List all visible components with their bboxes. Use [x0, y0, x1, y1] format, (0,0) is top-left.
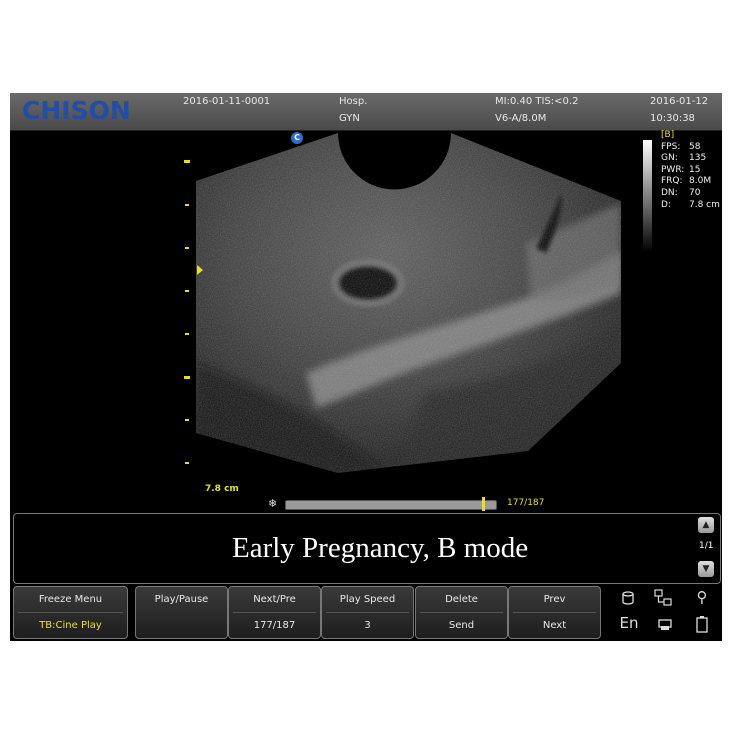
hospital-label: Hosp.	[339, 96, 368, 107]
header-bar: CHISON 2016-01-11-0001 Hosp. GYN MI:0.40…	[10, 93, 722, 131]
param-key: D:	[661, 199, 671, 210]
probe-label: V6-A/8.0M	[495, 113, 547, 124]
disk-icon[interactable]	[618, 590, 638, 606]
softkey-next-pre[interactable]: Next/Pre 177/187	[228, 586, 321, 639]
comment-caption: Early Pregnancy, B mode	[232, 532, 529, 564]
imaging-parameters: [B] FPS: 58 GN: 135 PWR: 15 FRQ: 8.0M DN: 70 …	[661, 130, 720, 211]
param-key: FRQ:	[661, 176, 683, 187]
cine-progress-bar[interactable]	[285, 500, 497, 510]
mi-tis-readout: MI:0.40 TIS:<0.2	[495, 96, 579, 107]
scroll-down-icon[interactable]: ▼	[698, 561, 714, 577]
softkey-delete-send[interactable]: Delete Send	[415, 586, 508, 639]
page-indicator: 1/1	[699, 541, 714, 551]
softkey-top-label: Next/Pre	[253, 594, 296, 605]
cine-position-marker[interactable]	[481, 497, 485, 511]
brand-logo: CHISON	[22, 96, 131, 125]
param-key: FPS:	[661, 141, 681, 152]
param-value: 7.8 cm	[689, 199, 720, 210]
scroll-up-icon[interactable]: ▲	[698, 517, 714, 533]
cine-frame-counter: 177/187	[507, 498, 545, 508]
param-value: 15	[689, 164, 701, 175]
softkey-top-label: Prev	[543, 594, 566, 605]
usb-icon[interactable]: ⚲	[692, 588, 712, 606]
ultrasound-screen: CHISON 2016-01-11-0001 Hosp. GYN MI:0.40…	[10, 93, 722, 641]
param-key: GN:	[661, 153, 678, 164]
softkey-bottom-label: 177/187	[253, 620, 296, 631]
grayscale-bar	[643, 140, 652, 252]
depth-label: 7.8 cm	[205, 484, 239, 494]
softkey-bar: Freeze Menu TB:Cine Play Play/Pause Next…	[13, 586, 603, 639]
ultrasound-image	[196, 133, 621, 473]
softkey-bottom-label: Send	[448, 620, 475, 631]
softkey-top-label: Play/Pause	[154, 594, 209, 605]
param-value: 70	[689, 187, 701, 198]
freeze-snowflake-icon: ❄	[268, 497, 278, 510]
focus-marker	[197, 265, 203, 275]
printer-icon[interactable]	[655, 616, 675, 632]
softkey-bottom-label: TB:Cine Play	[39, 620, 102, 631]
softkey-bottom-label: 3	[364, 620, 371, 631]
param-value: 58	[689, 141, 701, 152]
system-tray: ⚲ En	[610, 586, 720, 639]
softkey-bottom-label: Next	[542, 620, 567, 631]
patient-id: 2016-01-11-0001	[183, 96, 271, 107]
language-indicator[interactable]: En	[617, 614, 641, 632]
exam-type: GYN	[339, 113, 360, 124]
mode-label: [B]	[661, 130, 675, 140]
param-key: PWR:	[661, 164, 685, 175]
network-icon[interactable]	[653, 589, 673, 607]
softkey-play-speed[interactable]: Play Speed 3	[321, 586, 414, 639]
softkey-freeze-menu[interactable]: Freeze Menu TB:Cine Play	[13, 586, 128, 639]
softkey-top-label: Delete	[445, 594, 478, 605]
softkey-prev-next[interactable]: Prev Next	[508, 586, 601, 639]
date-label: 2016-01-12	[650, 96, 709, 107]
param-value: 8.0M	[689, 176, 712, 187]
param-value: 135	[689, 153, 707, 164]
softkey-play-pause[interactable]: Play/Pause	[135, 586, 228, 639]
softkey-top-label: Play Speed	[339, 594, 396, 605]
battery-icon	[696, 616, 708, 633]
softkey-top-label: Freeze Menu	[38, 594, 103, 605]
param-key: DN:	[661, 187, 678, 198]
time-label: 10:30:38	[650, 113, 695, 124]
